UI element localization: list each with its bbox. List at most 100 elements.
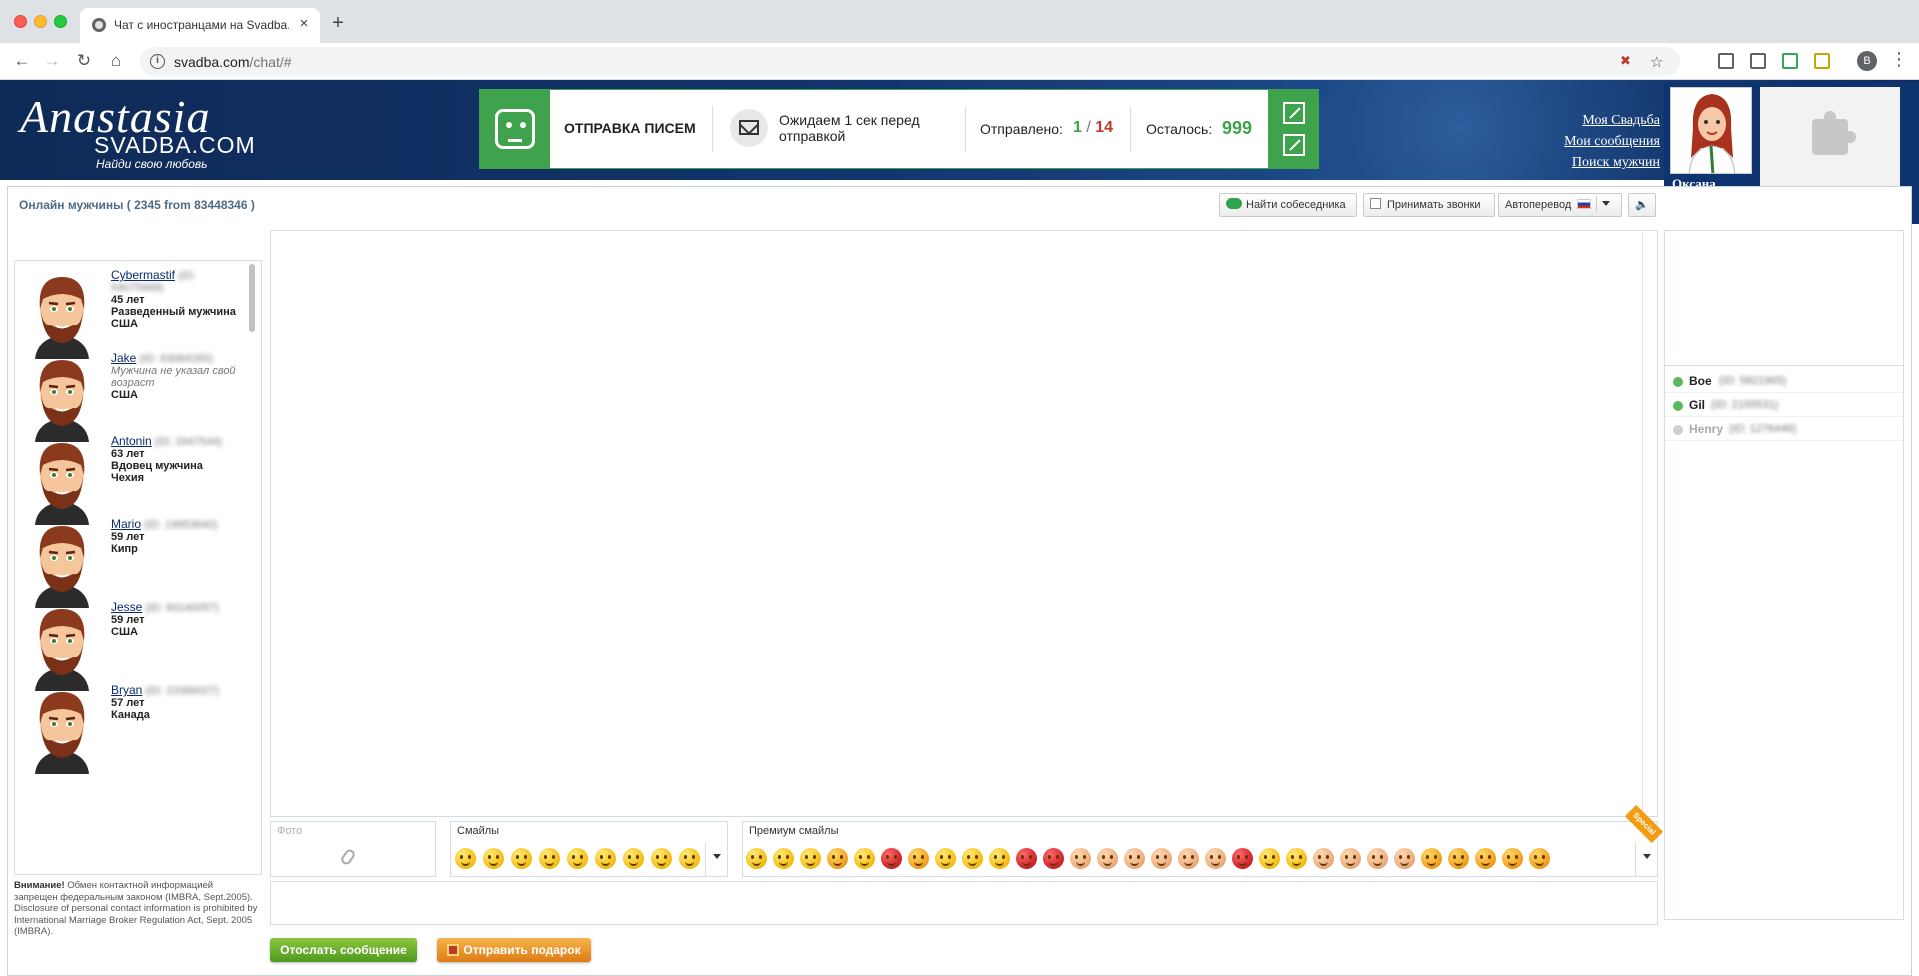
send-message-button[interactable]: Отослать сообщение [270, 938, 417, 962]
user-avatar[interactable] [25, 352, 99, 442]
premium-smiley-icon[interactable] [1340, 848, 1361, 869]
smiley-icon[interactable] [567, 848, 588, 869]
contact-row[interactable]: Boe (ID: 5821965) [1665, 369, 1903, 393]
user-avatar[interactable] [25, 684, 99, 774]
extension-calendar-icon[interactable] [1750, 53, 1766, 69]
smiley-icon[interactable] [595, 848, 616, 869]
premium-smiley-icon[interactable] [1313, 848, 1334, 869]
premium-smiley-icon[interactable] [746, 848, 767, 869]
premium-smiley-icon[interactable] [1286, 848, 1307, 869]
back-arrow-icon[interactable]: ← [10, 49, 34, 73]
link-my-wedding[interactable]: Моя Свадьба [1540, 110, 1660, 131]
forward-arrow-icon[interactable]: → [40, 49, 64, 73]
smiley-icon[interactable] [539, 848, 560, 869]
premium-smiley-icon[interactable] [1529, 848, 1550, 869]
premium-smiley-icon[interactable] [1367, 848, 1388, 869]
photo-attach-box[interactable]: Фото [270, 821, 436, 877]
premium-smiley-icon[interactable] [1394, 848, 1415, 869]
smiley-icon[interactable] [455, 848, 476, 869]
premium-smiley-icon[interactable] [800, 848, 821, 869]
chevron-down-icon[interactable] [1602, 201, 1611, 206]
paperclip-icon[interactable] [339, 847, 357, 867]
smiles-dropdown[interactable] [705, 842, 727, 876]
menu-kebab-icon[interactable]: ⋮ [1890, 49, 1908, 70]
premium-smiley-icon[interactable] [1205, 848, 1226, 869]
address-bar[interactable]: i svadba.com/chat/# ☆ ✖ [140, 47, 1680, 76]
profile-avatar-image[interactable] [1670, 87, 1752, 174]
user-name-link[interactable]: Jesse [111, 600, 142, 614]
star-icon[interactable]: ☆ [1650, 53, 1663, 71]
speaker-icon[interactable]: 🔈 [1628, 193, 1656, 217]
premium-smiley-icon[interactable] [1232, 848, 1253, 869]
premium-smiley-icon[interactable] [908, 848, 929, 869]
contact-name[interactable]: Boe [1689, 374, 1712, 388]
premium-smiley-icon[interactable] [1475, 848, 1496, 869]
window-close-button[interactable] [14, 15, 27, 28]
premium-smiley-icon[interactable] [827, 848, 848, 869]
smiley-icon[interactable] [679, 848, 700, 869]
find-partner-button[interactable]: Найти собеседника [1219, 193, 1357, 217]
user-list-item[interactable]: Bryan (ID: 23366027) 57 лет Канада [25, 684, 253, 784]
premium-smiley-icon[interactable] [1502, 848, 1523, 869]
window-minimize-button[interactable] [34, 15, 47, 28]
user-name-link[interactable]: Cybermastif [111, 268, 175, 282]
premium-smiley-icon[interactable] [1448, 848, 1469, 869]
premium-smiley-icon[interactable] [1178, 848, 1199, 869]
extension-calendar-icon[interactable] [1718, 53, 1734, 69]
contact-row[interactable]: Gil (ID: 2155531) [1665, 393, 1903, 417]
premium-smiley-icon[interactable] [935, 848, 956, 869]
logo-domain[interactable]: SVADBA.COM [94, 132, 256, 159]
user-avatar[interactable] [25, 601, 99, 691]
home-icon[interactable]: ⌂ [104, 49, 128, 73]
smiley-icon[interactable] [651, 848, 672, 869]
accept-calls-toggle[interactable]: Принимать звонки [1363, 193, 1495, 217]
premium-smiley-icon[interactable] [1043, 848, 1064, 869]
contact-name[interactable]: Gil [1689, 398, 1705, 412]
send-gift-button[interactable]: Отправить подарок [437, 938, 591, 962]
extension-calendar-icon[interactable] [1814, 53, 1830, 69]
checkbox[interactable] [1370, 198, 1381, 209]
user-list-scrollbar[interactable] [248, 262, 256, 874]
premium-smiley-icon[interactable] [962, 848, 983, 869]
collapse-icon[interactable] [1283, 134, 1305, 156]
premium-smiles-dropdown[interactable] [1635, 842, 1657, 876]
profile-avatar[interactable]: B [1857, 51, 1877, 71]
user-name-link[interactable]: Antonin [111, 434, 152, 448]
premium-smiley-icon[interactable] [1151, 848, 1172, 869]
window-maximize-button[interactable] [54, 15, 67, 28]
premium-smiley-icon[interactable] [1016, 848, 1037, 869]
premium-smiley-icon[interactable] [854, 848, 875, 869]
contact-row[interactable]: Henry (ID: 1276446) [1665, 417, 1903, 441]
chat-scrollbar[interactable] [1642, 232, 1656, 815]
browser-tab[interactable]: Чат с иностранцами на Svadba.com × [80, 8, 320, 43]
message-input[interactable] [270, 881, 1658, 925]
premium-smiley-icon[interactable] [1259, 848, 1280, 869]
smiley-icon[interactable] [483, 848, 504, 869]
extension-calendar-icon[interactable] [1782, 53, 1798, 69]
reload-icon[interactable]: ↻ [72, 49, 96, 73]
user-name-link[interactable]: Jake [111, 351, 136, 365]
blocked-plugin-icon[interactable]: ✖ [1620, 53, 1631, 69]
premium-smiley-icon[interactable] [1124, 848, 1145, 869]
new-tab-button[interactable]: + [326, 12, 350, 36]
user-avatar[interactable] [25, 518, 99, 608]
premium-smiley-icon[interactable] [773, 848, 794, 869]
smiley-icon[interactable] [511, 848, 532, 869]
contact-name[interactable]: Henry [1689, 422, 1723, 436]
autotranslate-select[interactable]: Автоперевод [1498, 193, 1622, 217]
smiley-icon[interactable] [623, 848, 644, 869]
user-avatar[interactable] [25, 435, 99, 525]
user-name-link[interactable]: Bryan [111, 683, 142, 697]
link-my-messages[interactable]: Мои сообщения [1540, 131, 1660, 152]
user-avatar[interactable] [25, 269, 99, 359]
tab-close-icon[interactable]: × [294, 14, 314, 34]
premium-smiley-icon[interactable] [1097, 848, 1118, 869]
link-search-men[interactable]: Поиск мужчин [1540, 152, 1660, 173]
scroll-thumb[interactable] [249, 264, 255, 332]
info-icon[interactable]: i [150, 54, 165, 69]
expand-icon[interactable] [1283, 102, 1305, 124]
user-name-link[interactable]: Mario [111, 517, 141, 531]
premium-smiley-icon[interactable] [881, 848, 902, 869]
premium-smiley-icon[interactable] [1421, 848, 1442, 869]
premium-smiley-icon[interactable] [989, 848, 1010, 869]
